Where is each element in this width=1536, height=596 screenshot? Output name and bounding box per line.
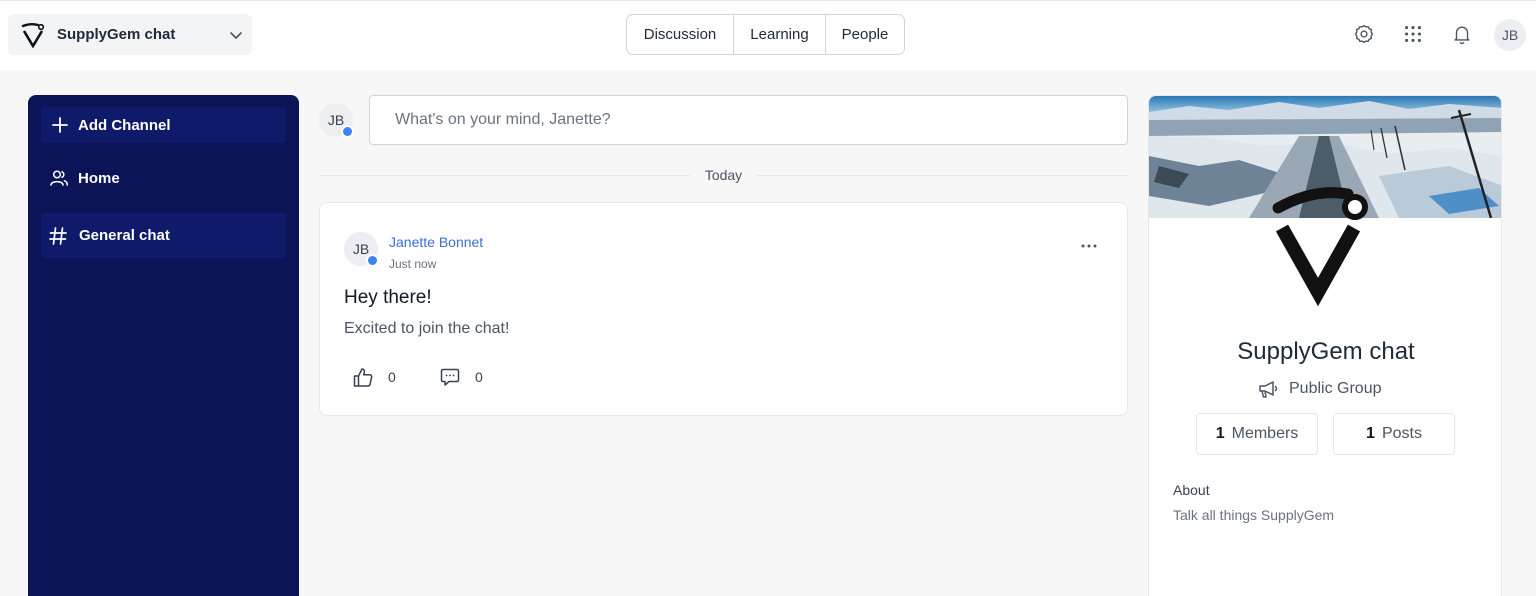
members-label: Members (1231, 425, 1299, 442)
group-name: SupplyGem chat (1237, 338, 1415, 365)
members-count-button[interactable]: 1 Members (1196, 413, 1318, 455)
plus-icon (52, 117, 68, 133)
add-channel-button[interactable]: Add Channel (41, 107, 286, 143)
hash-icon (49, 226, 67, 245)
group-logo (1272, 187, 1368, 307)
top-bar: SupplyGem chat Discussion Learning Peopl… (0, 0, 1536, 70)
megaphone-icon (1259, 381, 1278, 398)
tab-learning[interactable]: Learning (734, 15, 826, 54)
members-count: 1 (1215, 425, 1225, 442)
post-author-avatar[interactable]: JB (344, 232, 379, 267)
comment-icon (440, 368, 460, 386)
about-text: Talk all things SupplyGem (1173, 507, 1335, 523)
tab-discussion[interactable]: Discussion (627, 15, 734, 54)
like-count: 0 (388, 369, 396, 385)
date-divider-line (757, 175, 1128, 176)
avatar-badge (341, 125, 354, 138)
post-card: JB Janette Bonnet Just now Hey there! Ex… (319, 202, 1128, 416)
avatar-initials: JB (352, 241, 370, 257)
posts-count-button[interactable]: 1 Posts (1333, 413, 1455, 455)
channel-sidebar: Add Channel Home General chat (28, 95, 299, 596)
avatar-badge (366, 254, 379, 267)
post-author-name[interactable]: Janette Bonnet (389, 234, 483, 250)
group-type-label: Public Group (1289, 380, 1382, 397)
sidebar-item-label: Home (78, 169, 120, 187)
community-switcher[interactable]: SupplyGem chat (8, 14, 252, 55)
sidebar-item-home[interactable]: Home (41, 160, 286, 196)
post-body: Excited to join the chat! (344, 320, 510, 337)
date-divider-label: Today (704, 167, 743, 183)
posts-label: Posts (1381, 425, 1422, 442)
date-divider-line (319, 175, 690, 176)
chevron-down-icon (230, 32, 242, 39)
group-type: Public Group (1257, 379, 1382, 399)
user-avatar[interactable]: JB (1494, 19, 1526, 51)
add-channel-label: Add Channel (78, 116, 171, 134)
users-icon (50, 170, 69, 186)
sidebar-item-label: General chat (79, 227, 170, 244)
tab-people[interactable]: People (826, 15, 904, 54)
comment-button[interactable]: 0 (439, 365, 483, 389)
post-composer-input[interactable] (369, 95, 1128, 145)
about-heading: About (1173, 482, 1210, 498)
more-options-icon[interactable] (1078, 237, 1100, 255)
apps-grid-icon[interactable] (1402, 23, 1424, 45)
avatar-initials: JB (327, 112, 345, 128)
gear-icon[interactable] (1353, 23, 1375, 45)
post-title: Hey there! (344, 287, 432, 308)
like-button[interactable]: 0 (352, 365, 396, 389)
group-info-card: SupplyGem chat Public Group 1 Members 1 … (1148, 95, 1502, 596)
supplygem-logo-icon (21, 23, 45, 48)
main-tabs: Discussion Learning People (626, 14, 905, 55)
comment-count: 0 (475, 369, 483, 385)
posts-count: 1 (1366, 425, 1375, 442)
community-name: SupplyGem chat (57, 26, 176, 43)
bell-icon[interactable] (1451, 23, 1473, 45)
composer-avatar: JB (319, 103, 354, 138)
post-timestamp: Just now (389, 257, 437, 271)
thumbs-up-icon (353, 368, 373, 387)
sidebar-item-general-chat[interactable]: General chat (41, 213, 286, 258)
